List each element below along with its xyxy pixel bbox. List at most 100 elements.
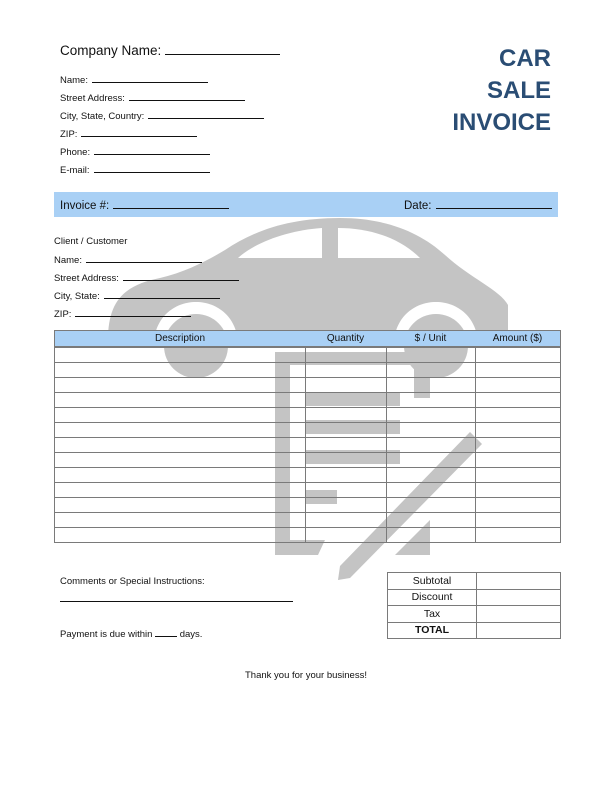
client-city-field[interactable]: City, State:	[54, 289, 220, 302]
quantity-cell[interactable]	[304, 392, 387, 408]
client-name-field[interactable]: Name:	[54, 253, 202, 266]
unit-price-cell[interactable]	[385, 407, 476, 423]
quantity-cell[interactable]	[304, 527, 387, 543]
description-cell[interactable]	[54, 346, 306, 363]
date-field[interactable]: Date:	[404, 199, 552, 212]
amount-cell[interactable]	[474, 497, 561, 513]
invoice-number-blank[interactable]	[113, 199, 230, 209]
quantity-cell[interactable]	[304, 407, 387, 423]
table-row	[54, 392, 561, 408]
field-blank[interactable]	[93, 163, 210, 173]
column-header-amount: Amount ($)	[475, 330, 561, 348]
quantity-cell[interactable]	[304, 437, 387, 453]
description-cell[interactable]	[54, 467, 306, 483]
description-cell[interactable]	[54, 407, 306, 423]
quantity-cell[interactable]	[304, 362, 387, 378]
field-blank[interactable]	[103, 289, 220, 299]
seller-street-field[interactable]: Street Address:	[60, 91, 245, 104]
unit-price-cell[interactable]	[385, 482, 476, 498]
field-blank[interactable]	[91, 73, 208, 83]
subtotal-value[interactable]	[476, 572, 561, 590]
unit-price-cell[interactable]	[385, 497, 476, 513]
amount-cell[interactable]	[474, 346, 561, 363]
company-name-field[interactable]: Company Name:	[60, 43, 281, 58]
quantity-cell[interactable]	[304, 377, 387, 393]
seller-email-field[interactable]: E-mail:	[60, 163, 210, 176]
company-name-blank[interactable]	[165, 43, 281, 55]
quantity-cell[interactable]	[304, 452, 387, 468]
amount-cell[interactable]	[474, 452, 561, 468]
unit-price-cell[interactable]	[385, 392, 476, 408]
total-value[interactable]	[476, 621, 561, 639]
column-header-description: Description	[54, 330, 305, 348]
field-label: Name:	[60, 75, 88, 86]
seller-phone-field[interactable]: Phone:	[60, 145, 211, 158]
table-row	[54, 362, 561, 378]
field-blank[interactable]	[85, 253, 202, 263]
date-label: Date:	[404, 200, 432, 212]
table-body	[54, 346, 561, 543]
field-blank[interactable]	[148, 109, 265, 119]
unit-price-cell[interactable]	[385, 527, 476, 543]
amount-cell[interactable]	[474, 377, 561, 393]
client-zip-field[interactable]: ZIP:	[54, 307, 192, 320]
seller-city-field[interactable]: City, State, Country:	[60, 109, 265, 122]
description-cell[interactable]	[54, 437, 306, 453]
amount-cell[interactable]	[474, 467, 561, 483]
discount-label: Discount	[387, 588, 477, 606]
unit-price-cell[interactable]	[385, 377, 476, 393]
amount-cell[interactable]	[474, 437, 561, 453]
table-row	[54, 346, 561, 363]
description-cell[interactable]	[54, 497, 306, 513]
quantity-cell[interactable]	[304, 482, 387, 498]
amount-cell[interactable]	[474, 392, 561, 408]
field-label: Name:	[54, 255, 82, 266]
description-cell[interactable]	[54, 422, 306, 438]
amount-cell[interactable]	[474, 422, 561, 438]
invoice-number-field[interactable]: Invoice #:	[60, 199, 230, 212]
comments-blank[interactable]	[60, 601, 293, 602]
unit-price-cell[interactable]	[385, 452, 476, 468]
unit-price-cell[interactable]	[385, 437, 476, 453]
description-cell[interactable]	[54, 512, 306, 528]
unit-price-cell[interactable]	[385, 422, 476, 438]
table-header-row: Description Quantity $ / Unit Amount ($)	[54, 330, 561, 348]
amount-cell[interactable]	[474, 512, 561, 528]
field-blank[interactable]	[128, 91, 245, 101]
date-blank[interactable]	[435, 199, 552, 209]
tax-value[interactable]	[476, 605, 561, 623]
amount-cell[interactable]	[474, 482, 561, 498]
discount-value[interactable]	[476, 588, 561, 606]
unit-price-cell[interactable]	[385, 362, 476, 378]
unit-price-cell[interactable]	[385, 512, 476, 528]
description-cell[interactable]	[54, 362, 306, 378]
quantity-cell[interactable]	[304, 467, 387, 483]
payment-days-blank[interactable]	[155, 627, 178, 637]
unit-price-cell[interactable]	[385, 346, 476, 363]
quantity-cell[interactable]	[304, 497, 387, 513]
seller-name-field[interactable]: Name:	[60, 73, 208, 86]
description-cell[interactable]	[54, 482, 306, 498]
field-blank[interactable]	[94, 145, 211, 155]
description-cell[interactable]	[54, 452, 306, 468]
quantity-cell[interactable]	[304, 512, 387, 528]
description-cell[interactable]	[54, 527, 306, 543]
quantity-cell[interactable]	[304, 422, 387, 438]
amount-cell[interactable]	[474, 407, 561, 423]
unit-price-cell[interactable]	[385, 467, 476, 483]
client-heading: Client / Customer	[54, 236, 128, 247]
payment-suffix: days.	[179, 629, 203, 640]
amount-cell[interactable]	[474, 527, 561, 543]
quantity-cell[interactable]	[304, 346, 387, 363]
document-title: CAR SALE INVOICE	[452, 43, 551, 139]
description-cell[interactable]	[54, 392, 306, 408]
title-line-car: CAR	[499, 45, 551, 72]
amount-cell[interactable]	[474, 362, 561, 378]
seller-zip-field[interactable]: ZIP:	[60, 127, 198, 140]
field-blank[interactable]	[122, 271, 239, 281]
description-cell[interactable]	[54, 377, 306, 393]
field-blank[interactable]	[81, 127, 198, 137]
totals-row-subtotal: Subtotal	[387, 572, 561, 590]
field-blank[interactable]	[75, 307, 192, 317]
client-street-field[interactable]: Street Address:	[54, 271, 239, 284]
